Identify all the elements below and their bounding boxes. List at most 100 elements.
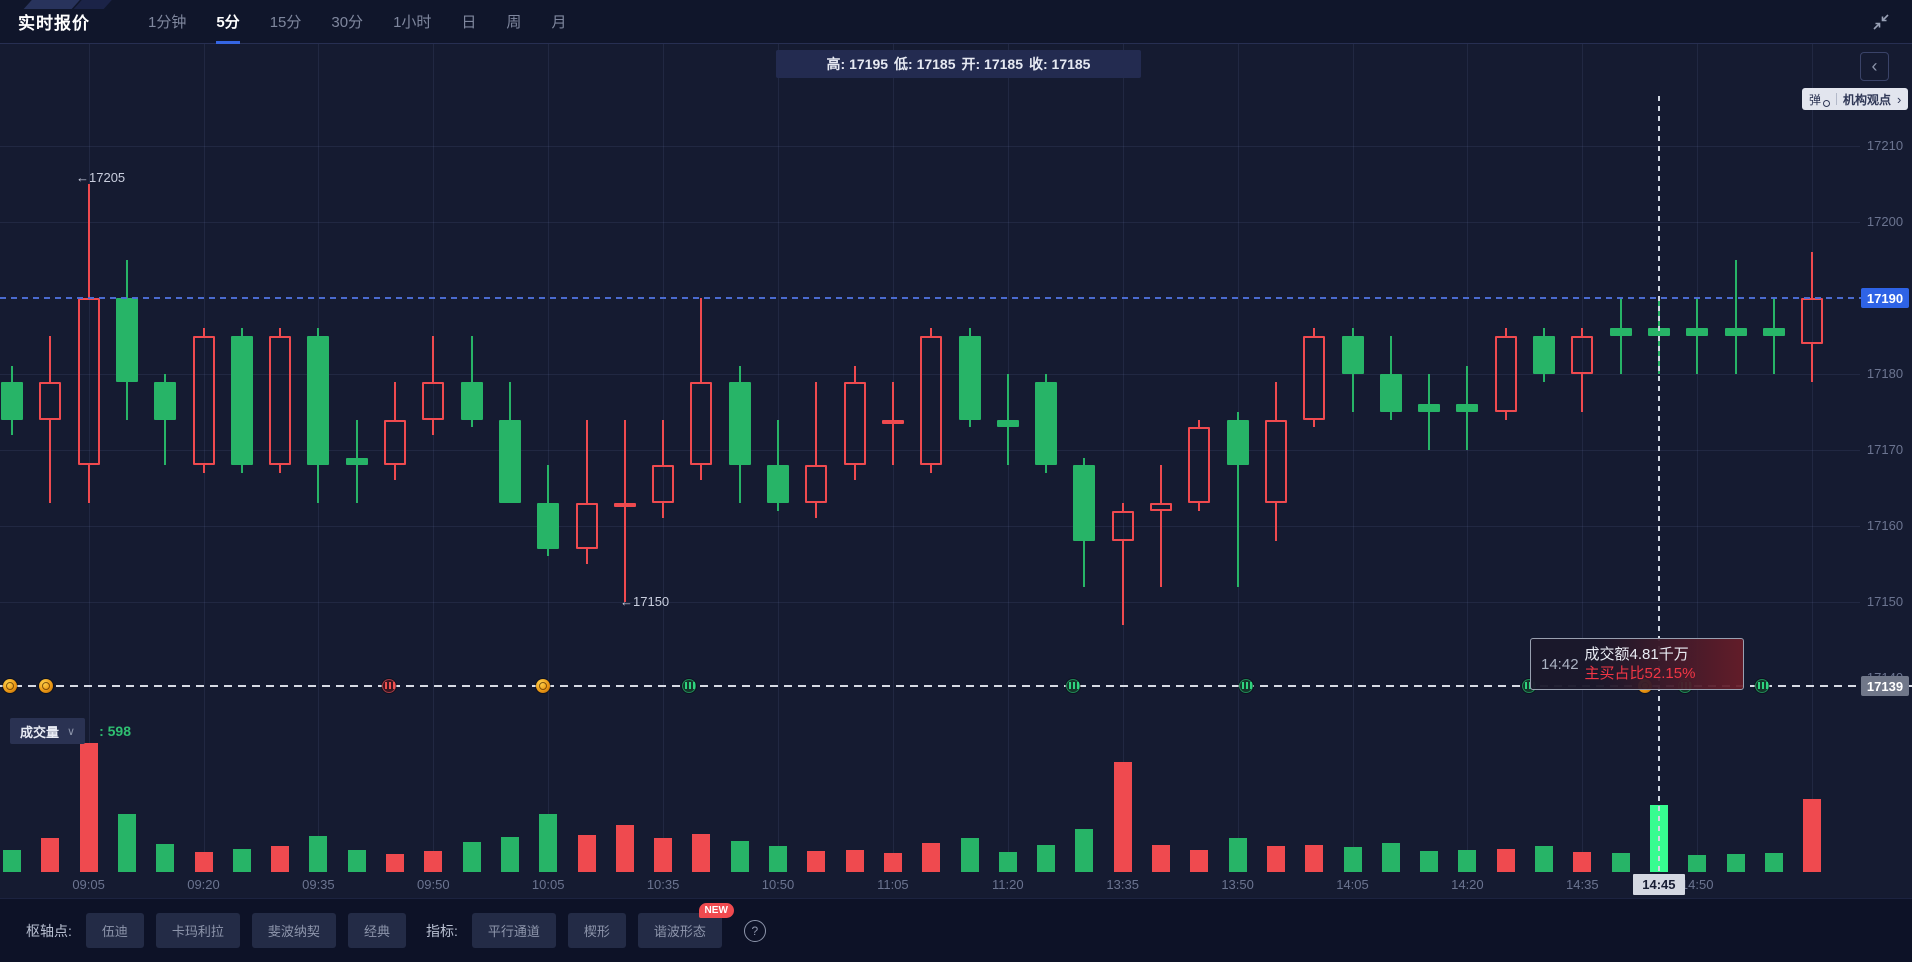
pivot-button-经典[interactable]: 经典 — [348, 913, 406, 948]
event-marker-green-icon[interactable] — [682, 679, 696, 693]
candle — [39, 382, 61, 420]
tab-日[interactable]: 日 — [461, 0, 476, 44]
crosshair-tooltip: 14:42 成交额4.81千万 主买占比52.15% — [1530, 638, 1744, 690]
tab-5分[interactable]: 5分 — [216, 0, 239, 44]
gridline-vertical — [548, 44, 549, 872]
volume-bar — [1612, 853, 1630, 872]
candle-wick — [279, 328, 281, 336]
volume-bar — [1497, 849, 1515, 873]
gridline-horizontal — [0, 526, 1860, 527]
event-marker-gold-icon[interactable] — [3, 679, 17, 693]
resize-icon[interactable] — [1872, 13, 1890, 36]
volume-indicator-dropdown[interactable]: 成交量 ∨ — [10, 718, 85, 744]
candle — [1073, 465, 1095, 541]
tab-1小时[interactable]: 1小时 — [393, 0, 431, 44]
indicator-button-平行通道[interactable]: 平行通道 — [472, 913, 556, 948]
candle-wick — [1160, 511, 1162, 587]
event-marker-gold-icon[interactable] — [39, 679, 53, 693]
pivot-button-伍迪[interactable]: 伍迪 — [86, 913, 144, 948]
candle-wick — [1543, 374, 1545, 382]
pivot-button-卡玛利拉[interactable]: 卡玛利拉 — [156, 913, 240, 948]
candle-wick — [739, 366, 741, 381]
time-axis-label: 09:05 — [59, 877, 119, 892]
gridline-vertical — [1697, 44, 1698, 872]
crosshair-time-badge: 14:45 — [1633, 874, 1685, 895]
chevron-right-icon: › — [1897, 92, 1901, 107]
volume-indicator-label: 成交量 — [20, 722, 59, 741]
candle-wick — [1466, 366, 1468, 404]
collapse-panel-button[interactable]: ‹ — [1860, 52, 1889, 81]
drawing-toolbar: 枢轴点: 伍迪卡玛利拉斐波纳契经典 指标: 平行通道楔形谐波形态NEW ? — [0, 898, 1912, 962]
candle-wick — [1045, 465, 1047, 473]
indicator-button-谐波形态[interactable]: 谐波形态NEW — [638, 913, 722, 948]
chevron-down-icon: ∨ — [67, 725, 75, 738]
trading-app: 实时报价 1分钟5分15分30分1小时日周月 高: 17195低: 17185开… — [0, 0, 1912, 962]
volume-bar — [1573, 852, 1591, 872]
tab-周[interactable]: 周 — [506, 0, 521, 44]
candle-wick — [586, 549, 588, 564]
volume-bar — [731, 841, 749, 872]
volume-bar — [1190, 850, 1208, 872]
tab-30分[interactable]: 30分 — [331, 0, 363, 44]
event-marker-red-icon[interactable] — [382, 679, 396, 693]
candle-wick — [1428, 412, 1430, 450]
time-axis-label: 14:35 — [1552, 877, 1612, 892]
time-axis-label: 10:05 — [518, 877, 578, 892]
candle — [1342, 336, 1364, 374]
volume-bar — [1152, 845, 1170, 872]
current-price-badge: 17190 — [1861, 288, 1909, 308]
volume-bar — [999, 852, 1017, 872]
candle-wick — [1581, 328, 1583, 336]
candle-wick — [432, 420, 434, 435]
candle-wick — [815, 503, 817, 518]
tab-月[interactable]: 月 — [551, 0, 566, 44]
candle-wick — [1620, 298, 1622, 328]
candle-wick — [1083, 458, 1085, 466]
gridline-vertical — [1123, 44, 1124, 872]
candle — [767, 465, 789, 503]
candle — [384, 420, 406, 466]
candle-wick — [1122, 503, 1124, 511]
candle-wick — [1696, 336, 1698, 374]
gridline-vertical — [1353, 44, 1354, 872]
event-marker-green-icon[interactable] — [1066, 679, 1080, 693]
candle — [1, 382, 23, 420]
pivot-button-斐波纳契[interactable]: 斐波纳契 — [252, 913, 336, 948]
candle — [1571, 336, 1593, 374]
candle-wick — [11, 420, 13, 435]
event-marker-gold-icon[interactable] — [536, 679, 550, 693]
danmu-toggle[interactable]: 弹 — [1809, 91, 1821, 108]
event-marker-green-icon[interactable] — [1755, 679, 1769, 693]
volume-bar — [386, 854, 404, 872]
candle-wick — [1237, 465, 1239, 587]
candle — [1533, 336, 1555, 374]
tab-1分钟[interactable]: 1分钟 — [148, 0, 186, 44]
candle — [882, 420, 904, 424]
candle-wick — [1160, 465, 1162, 503]
time-axis-label: 09:50 — [403, 877, 463, 892]
institution-view-button[interactable]: 弹 机构观点 › — [1802, 88, 1908, 110]
candle-wick — [586, 420, 588, 504]
event-marker-green-icon[interactable] — [1239, 679, 1253, 693]
candle-wick — [1045, 374, 1047, 382]
candle — [959, 336, 981, 420]
header-bar: 实时报价 1分钟5分15分30分1小时日周月 — [0, 0, 1912, 44]
volume-bar — [961, 838, 979, 872]
volume-bar — [769, 846, 787, 872]
candle — [1686, 328, 1708, 336]
candle-wick — [1275, 503, 1277, 541]
volume-bar — [463, 842, 481, 872]
help-icon[interactable]: ? — [744, 920, 766, 942]
volume-bar — [195, 852, 213, 872]
indicator-button-楔形[interactable]: 楔形 — [568, 913, 626, 948]
tab-15分[interactable]: 15分 — [270, 0, 302, 44]
price-annotation: ←17150 — [620, 594, 669, 609]
institution-view-label: 机构观点 — [1843, 91, 1891, 108]
ohlc-part: 低: 17185 — [894, 54, 955, 74]
candle-wick — [241, 328, 243, 336]
volume-bar — [1803, 799, 1821, 872]
time-axis-label: 13:35 — [1093, 877, 1153, 892]
candle-wick — [547, 465, 549, 503]
gridline-horizontal — [0, 222, 1860, 223]
candle-wick — [1313, 328, 1315, 336]
